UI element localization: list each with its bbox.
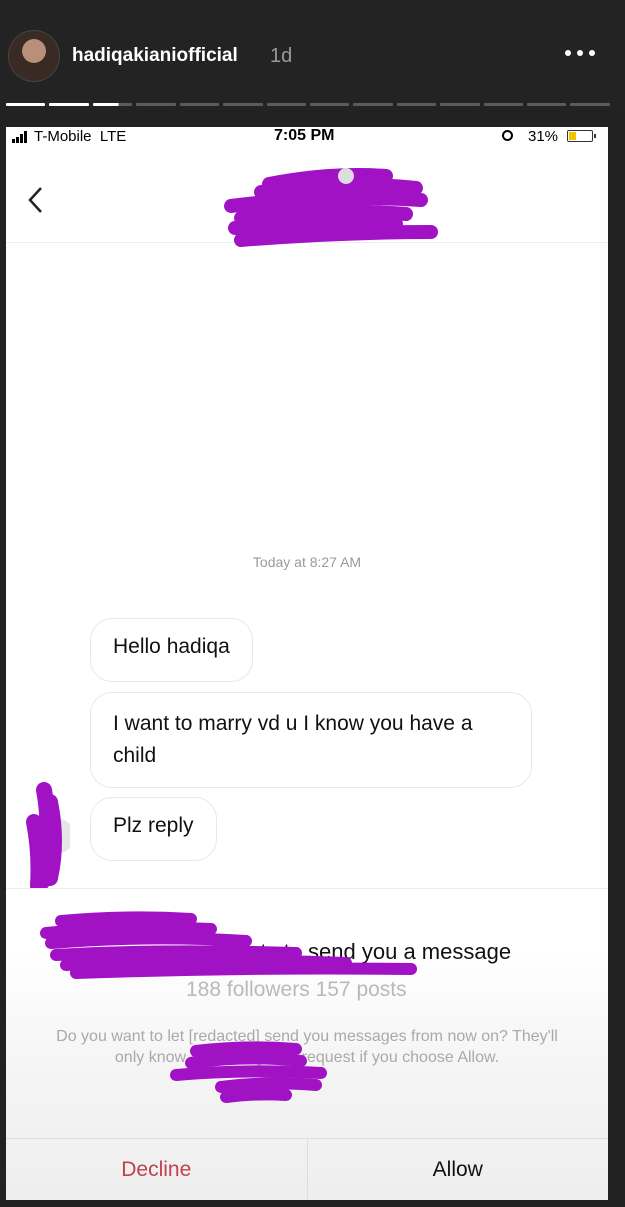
story-progress-segment bbox=[223, 103, 263, 106]
story-progress-segment bbox=[570, 103, 610, 106]
message-bubble: Plz reply bbox=[90, 797, 217, 861]
chevron-left-icon[interactable] bbox=[26, 185, 46, 215]
decline-button[interactable]: Decline bbox=[6, 1139, 308, 1200]
story-progress-segment bbox=[266, 103, 306, 106]
story-header: hadiqakianiofficial 1d bbox=[0, 0, 625, 110]
dm-screenshot: T-Mobile LTE 7:05 PM 31% Today at 8:27 A… bbox=[6, 127, 608, 1200]
story-avatar[interactable] bbox=[8, 30, 60, 82]
story-progress-segment bbox=[440, 103, 480, 106]
story-progress-segment bbox=[92, 103, 133, 106]
message-request-panel: wants to send you a message 188 follower… bbox=[6, 889, 608, 1200]
story-progress-segment bbox=[353, 103, 393, 106]
message-bubble: Hello hadiqa bbox=[90, 618, 253, 682]
story-progress-segment bbox=[309, 103, 350, 106]
story-username[interactable]: hadiqakianiofficial bbox=[72, 45, 238, 67]
battery-percent: 31% bbox=[528, 128, 559, 145]
status-time: 7:05 PM bbox=[274, 127, 335, 144]
thread-timestamp: Today at 8:27 AM bbox=[252, 554, 362, 570]
more-dots-icon[interactable] bbox=[565, 50, 595, 56]
battery-icon bbox=[567, 130, 596, 142]
description-redaction bbox=[170, 1041, 327, 1103]
request-action-bar: Decline Allow bbox=[6, 1138, 608, 1200]
story-progress-segment bbox=[49, 103, 89, 106]
story-progress-segment bbox=[396, 103, 437, 106]
status-bar: T-Mobile LTE 7:05 PM 31% bbox=[6, 127, 608, 147]
message-bubble: I want to marry vd u I know you have a c… bbox=[90, 692, 532, 788]
signal-icon bbox=[12, 131, 27, 143]
story-progress-segment bbox=[527, 103, 567, 106]
story-progress-segment bbox=[6, 103, 46, 106]
contact-name-redaction bbox=[224, 168, 438, 247]
chat-nav-bar bbox=[6, 147, 608, 247]
carrier-label: T-Mobile LTE bbox=[34, 128, 127, 145]
rotation-lock-icon bbox=[502, 130, 513, 141]
story-progress-bar bbox=[6, 103, 610, 106]
story-progress-segment bbox=[136, 103, 176, 106]
sender-avatar-redaction bbox=[26, 782, 70, 894]
allow-button[interactable]: Allow bbox=[308, 1139, 609, 1200]
story-progress-segment bbox=[483, 103, 524, 106]
story-progress-segment bbox=[179, 103, 220, 106]
story-time-ago: 1d bbox=[270, 45, 293, 67]
requester-name-redaction bbox=[40, 911, 417, 979]
